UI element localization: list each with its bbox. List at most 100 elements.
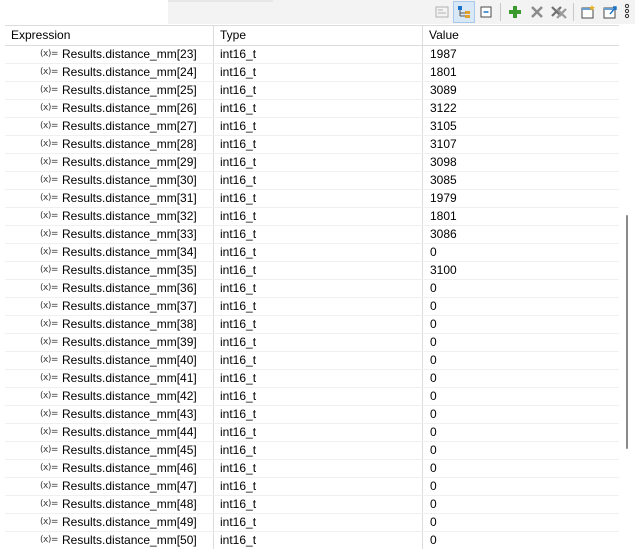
variable-icon: (x)= xyxy=(40,139,58,149)
value-cell[interactable]: 0 xyxy=(423,442,619,459)
table-row[interactable]: (x)= Results.distance_mm[46] int16_t 0 xyxy=(5,460,619,478)
table-row[interactable]: (x)= Results.distance_mm[32] int16_t 1801 xyxy=(5,208,619,226)
expression-cell: (x)= Results.distance_mm[31] xyxy=(5,190,214,207)
value-cell[interactable]: 3086 xyxy=(423,226,619,243)
value-cell[interactable]: 3085 xyxy=(423,172,619,189)
value-cell[interactable]: 0 xyxy=(423,460,619,477)
table-row[interactable]: (x)= Results.distance_mm[35] int16_t 3100 xyxy=(5,262,619,280)
value-cell[interactable]: 3089 xyxy=(423,82,619,99)
show-type-names-button[interactable] xyxy=(431,1,453,23)
type-cell: int16_t xyxy=(214,280,423,297)
value-cell[interactable]: 3122 xyxy=(423,100,619,117)
table-row[interactable]: (x)= Results.distance_mm[28] int16_t 3107 xyxy=(5,136,619,154)
table-row[interactable]: (x)= Results.distance_mm[26] int16_t 3122 xyxy=(5,100,619,118)
collapse-all-icon xyxy=(478,4,494,20)
add-expression-icon xyxy=(507,4,523,20)
value-cell[interactable]: 0 xyxy=(423,316,619,333)
new-view-button[interactable] xyxy=(577,1,599,23)
vertical-scrollbar[interactable] xyxy=(621,27,633,548)
value-cell[interactable]: 0 xyxy=(423,388,619,405)
table-row[interactable]: (x)= Results.distance_mm[33] int16_t 3086 xyxy=(5,226,619,244)
table-row[interactable]: (x)= Results.distance_mm[23] int16_t 1987 xyxy=(5,46,619,64)
table-row[interactable]: (x)= Results.distance_mm[42] int16_t 0 xyxy=(5,388,619,406)
table-row[interactable]: (x)= Results.distance_mm[34] int16_t 0 xyxy=(5,244,619,262)
remove-expression-button[interactable] xyxy=(526,1,548,23)
table-row[interactable]: (x)= Results.distance_mm[45] int16_t 0 xyxy=(5,442,619,460)
variable-icon: (x)= xyxy=(40,301,58,311)
value-cell[interactable]: 0 xyxy=(423,370,619,387)
value-cell[interactable]: 0 xyxy=(423,280,619,297)
inactive-tab-edge xyxy=(168,0,273,2)
table-row[interactable]: (x)= Results.distance_mm[39] int16_t 0 xyxy=(5,334,619,352)
add-expression-button[interactable] xyxy=(504,1,526,23)
expression-name: Results.distance_mm[45] xyxy=(62,443,197,457)
expression-cell: (x)= Results.distance_mm[39] xyxy=(5,334,214,351)
export-button[interactable] xyxy=(599,1,621,23)
expression-name: Results.distance_mm[26] xyxy=(62,101,197,115)
expression-name: Results.distance_mm[44] xyxy=(62,425,197,439)
scrollbar-thumb[interactable] xyxy=(626,215,628,449)
value-cell[interactable]: 3098 xyxy=(423,154,619,171)
value-cell[interactable]: 0 xyxy=(423,478,619,495)
expression-cell: (x)= Results.distance_mm[49] xyxy=(5,514,214,531)
column-header-value[interactable]: Value xyxy=(423,26,619,45)
expression-name: Results.distance_mm[23] xyxy=(62,47,197,61)
value-cell[interactable]: 0 xyxy=(423,352,619,369)
view-menu-button[interactable] xyxy=(621,1,633,23)
table-row[interactable]: (x)= Results.distance_mm[50] int16_t 0 xyxy=(5,532,619,549)
variable-icon: (x)= xyxy=(40,265,58,275)
value-cell[interactable]: 1979 xyxy=(423,190,619,207)
expression-name: Results.distance_mm[41] xyxy=(62,371,197,385)
value-cell[interactable]: 0 xyxy=(423,406,619,423)
type-cell: int16_t xyxy=(214,100,423,117)
table-row[interactable]: (x)= Results.distance_mm[36] int16_t 0 xyxy=(5,280,619,298)
table-row[interactable]: (x)= Results.distance_mm[30] int16_t 3085 xyxy=(5,172,619,190)
value-cell[interactable]: 3100 xyxy=(423,262,619,279)
expression-name: Results.distance_mm[34] xyxy=(62,245,197,259)
value-cell[interactable]: 3107 xyxy=(423,136,619,153)
value-cell[interactable]: 0 xyxy=(423,334,619,351)
collapse-all-button[interactable] xyxy=(475,1,497,23)
table-row[interactable]: (x)= Results.distance_mm[38] int16_t 0 xyxy=(5,316,619,334)
remove-expression-icon xyxy=(529,4,545,20)
table-row[interactable]: (x)= Results.distance_mm[43] int16_t 0 xyxy=(5,406,619,424)
expression-name: Results.distance_mm[31] xyxy=(62,191,197,205)
variable-icon: (x)= xyxy=(40,247,58,257)
type-cell: int16_t xyxy=(214,478,423,495)
table-row[interactable]: (x)= Results.distance_mm[37] int16_t 0 xyxy=(5,298,619,316)
value-cell[interactable]: 0 xyxy=(423,244,619,261)
table-row[interactable]: (x)= Results.distance_mm[49] int16_t 0 xyxy=(5,514,619,532)
table-row[interactable]: (x)= Results.distance_mm[27] int16_t 3105 xyxy=(5,118,619,136)
toolbar-separator xyxy=(573,3,574,21)
column-header-expression[interactable]: Expression xyxy=(5,26,214,45)
variable-icon: (x)= xyxy=(40,193,58,203)
remove-all-expressions-button[interactable] xyxy=(548,1,570,23)
table-row[interactable]: (x)= Results.distance_mm[47] int16_t 0 xyxy=(5,478,619,496)
expression-name: Results.distance_mm[33] xyxy=(62,227,197,241)
type-cell: int16_t xyxy=(214,154,423,171)
table-row[interactable]: (x)= Results.distance_mm[29] int16_t 3098 xyxy=(5,154,619,172)
value-cell[interactable]: 1801 xyxy=(423,208,619,225)
type-cell: int16_t xyxy=(214,316,423,333)
value-cell[interactable]: 0 xyxy=(423,514,619,531)
table-row[interactable]: (x)= Results.distance_mm[40] int16_t 0 xyxy=(5,352,619,370)
table-row[interactable]: (x)= Results.distance_mm[44] int16_t 0 xyxy=(5,424,619,442)
show-logical-structure-button[interactable] xyxy=(453,1,475,23)
value-cell[interactable]: 1801 xyxy=(423,64,619,81)
table-row[interactable]: (x)= Results.distance_mm[31] int16_t 1979 xyxy=(5,190,619,208)
value-cell[interactable]: 0 xyxy=(423,496,619,513)
table-row[interactable]: (x)= Results.distance_mm[24] int16_t 1801 xyxy=(5,64,619,82)
table-row[interactable]: (x)= Results.distance_mm[41] int16_t 0 xyxy=(5,370,619,388)
value-cell[interactable]: 3105 xyxy=(423,118,619,135)
variable-icon: (x)= xyxy=(40,85,58,95)
variable-icon: (x)= xyxy=(40,283,58,293)
active-view-tab[interactable] xyxy=(0,0,168,24)
value-cell[interactable]: 0 xyxy=(423,532,619,549)
value-cell[interactable]: 1987 xyxy=(423,46,619,63)
column-header-type[interactable]: Type xyxy=(214,26,423,45)
value-cell[interactable]: 0 xyxy=(423,298,619,315)
table-row[interactable]: (x)= Results.distance_mm[25] int16_t 3089 xyxy=(5,82,619,100)
table-row[interactable]: (x)= Results.distance_mm[48] int16_t 0 xyxy=(5,496,619,514)
value-cell[interactable]: 0 xyxy=(423,424,619,441)
new-view-icon xyxy=(580,4,596,20)
